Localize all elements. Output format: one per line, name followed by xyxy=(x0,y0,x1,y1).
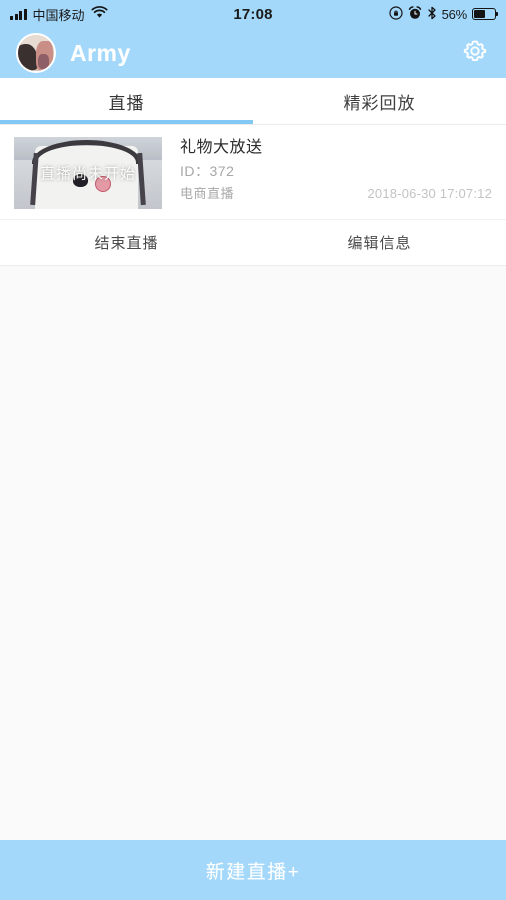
battery-icon xyxy=(472,8,499,20)
tab-live[interactable]: 直播 xyxy=(0,78,253,124)
status-bar: 中国移动 17:08 56% xyxy=(0,0,506,28)
carrier-label: 中国移动 xyxy=(32,7,85,23)
page-title: Army xyxy=(70,39,131,66)
tab-bar: 直播 精彩回放 xyxy=(0,78,506,125)
edit-info-button[interactable]: 编辑信息 xyxy=(253,220,506,265)
app-header: Army xyxy=(0,28,506,78)
status-bar-left: 中国移动 xyxy=(10,5,233,24)
tab-active-indicator xyxy=(0,120,253,124)
gear-icon xyxy=(461,37,489,70)
live-thumbnail[interactable]: 直播尚未开始 xyxy=(14,137,162,209)
alarm-clock-icon xyxy=(408,5,422,23)
card-action-row: 结束直播 编辑信息 xyxy=(0,219,506,266)
live-card-info: 礼物大放送 ID：372 电商直播 2018-06-30 17:07:12 xyxy=(162,137,492,209)
settings-button[interactable] xyxy=(458,36,492,70)
end-live-label: 结束直播 xyxy=(94,235,159,252)
create-live-button[interactable]: 新建直播+ xyxy=(0,840,506,900)
app-root: 中国移动 17:08 56% Army 直播 精彩回放 直播尚未开始 礼物大放送… xyxy=(0,0,506,900)
live-timestamp: 2018-06-30 17:07:12 xyxy=(367,186,492,201)
end-live-button[interactable]: 结束直播 xyxy=(0,220,253,265)
status-bar-right: 56% xyxy=(273,5,499,23)
rotation-lock-icon xyxy=(388,5,403,23)
avatar[interactable] xyxy=(16,33,56,73)
live-stream-card[interactable]: 直播尚未开始 礼物大放送 ID：372 电商直播 2018-06-30 17:0… xyxy=(0,125,506,219)
live-id: ID：372 xyxy=(180,159,492,183)
status-bar-clock: 17:08 xyxy=(233,5,273,23)
tab-replay[interactable]: 精彩回放 xyxy=(253,78,506,124)
signal-bars-icon xyxy=(10,8,27,20)
battery-percent-label: 56% xyxy=(441,6,468,22)
tab-live-label: 直播 xyxy=(108,93,145,113)
edit-info-label: 编辑信息 xyxy=(347,235,412,252)
bluetooth-icon xyxy=(427,6,437,23)
live-id-label: ID： xyxy=(180,163,210,179)
empty-content-area xyxy=(0,266,506,840)
tab-replay-label: 精彩回放 xyxy=(343,93,416,113)
wifi-icon xyxy=(90,6,108,22)
live-id-value: 372 xyxy=(209,163,235,179)
live-title: 礼物大放送 xyxy=(180,139,263,156)
live-card-meta: 电商直播 2018-06-30 17:07:12 xyxy=(180,183,492,205)
create-live-label: 新建直播+ xyxy=(205,861,301,883)
live-category: 电商直播 xyxy=(180,186,235,201)
live-status-overlay: 直播尚未开始 xyxy=(39,165,136,183)
